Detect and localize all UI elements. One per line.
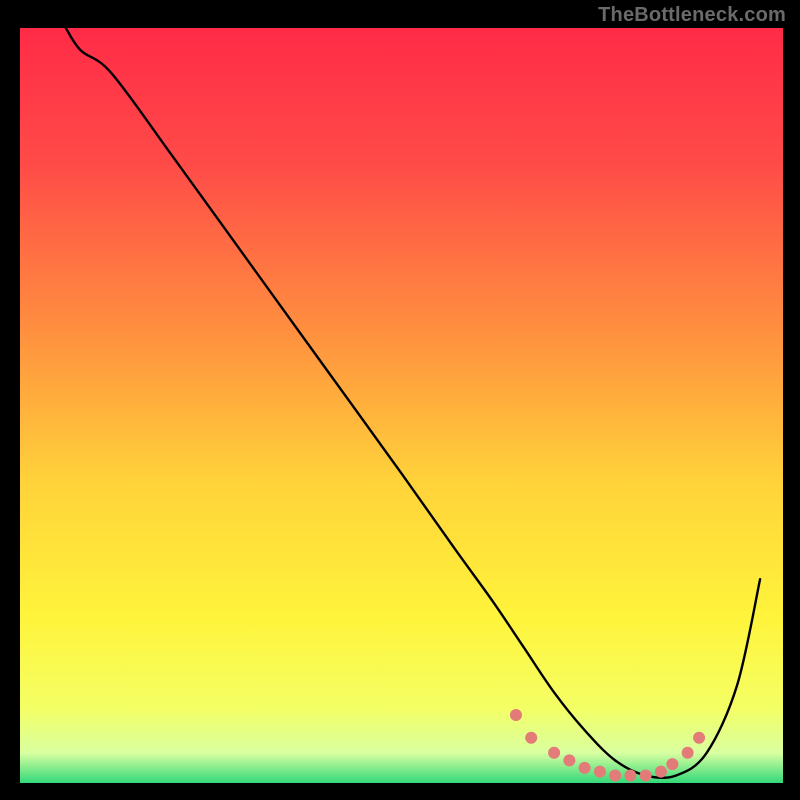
- valley-marker: [682, 747, 694, 759]
- plot-background: [20, 28, 783, 783]
- valley-marker: [655, 766, 667, 778]
- valley-marker: [609, 769, 621, 781]
- valley-marker: [594, 766, 606, 778]
- bottleneck-chart: [0, 0, 800, 800]
- valley-marker: [640, 769, 652, 781]
- chart-container: TheBottleneck.com: [0, 0, 800, 800]
- valley-marker: [579, 762, 591, 774]
- valley-marker: [624, 769, 636, 781]
- valley-marker: [666, 758, 678, 770]
- valley-marker: [510, 709, 522, 721]
- valley-marker: [563, 754, 575, 766]
- valley-marker: [548, 747, 560, 759]
- valley-marker: [693, 732, 705, 744]
- valley-marker: [525, 732, 537, 744]
- watermark-text: TheBottleneck.com: [598, 4, 786, 27]
